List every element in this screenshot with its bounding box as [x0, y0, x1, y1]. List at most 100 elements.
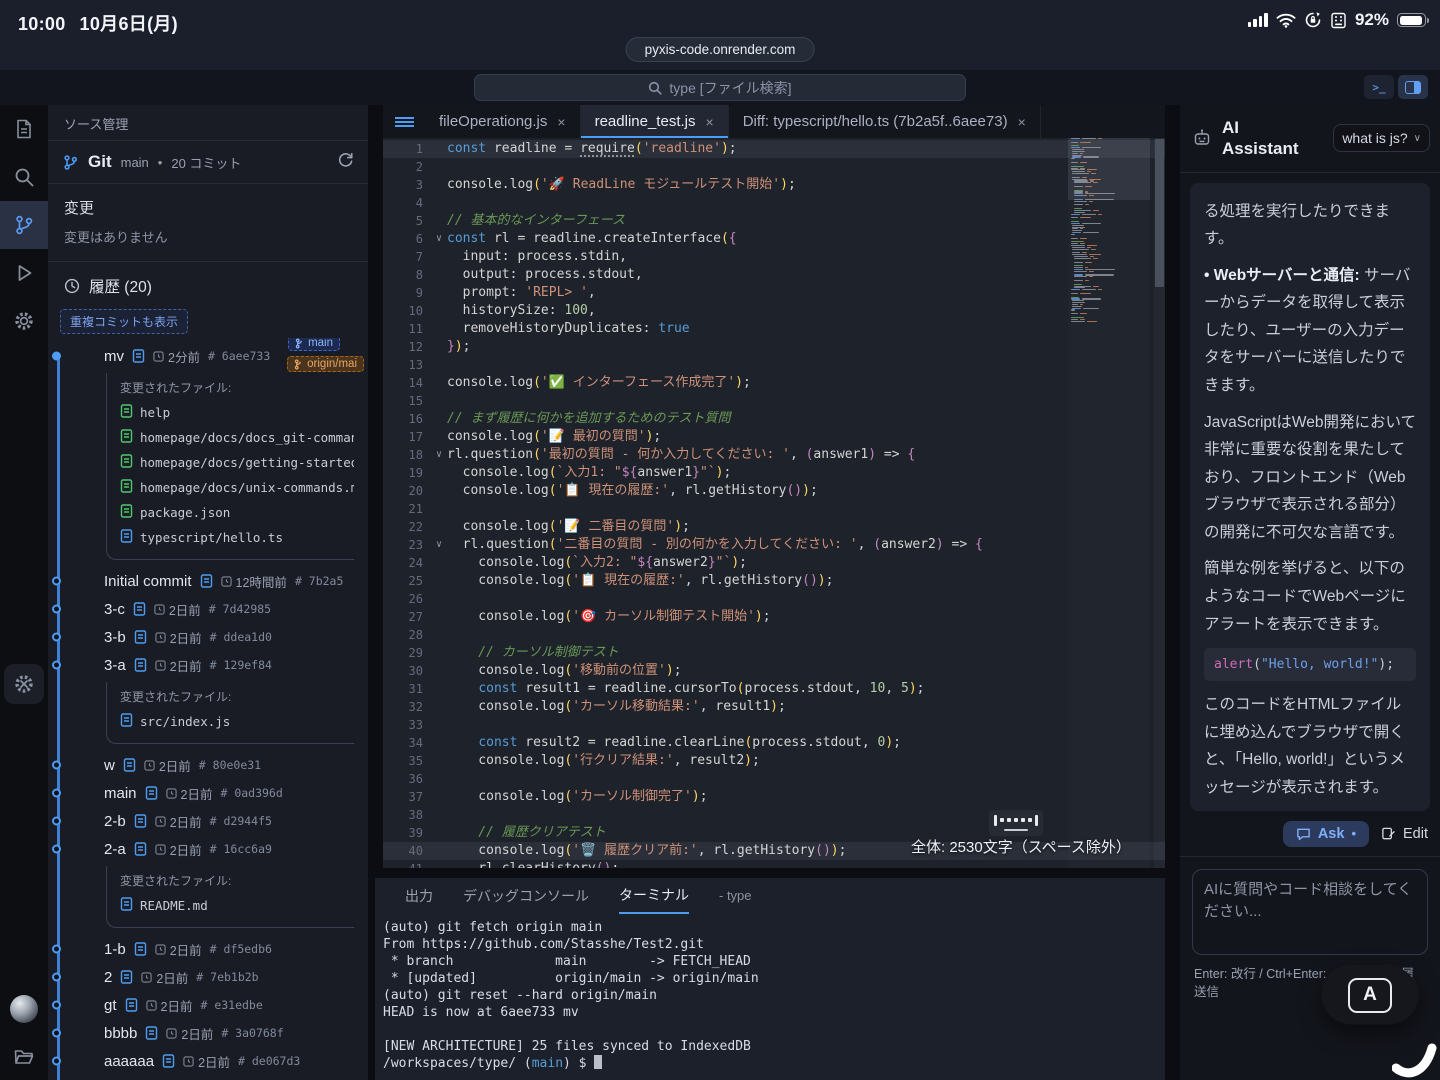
code-line: 34 const result2 = readline.clearLine(pr… [383, 734, 1165, 752]
line-number: 10 [383, 302, 431, 320]
git-repo-row[interactable]: Git main • 20 コミット [48, 141, 368, 184]
commit-row[interactable]: 3-a2日前# 129ef84 [48, 651, 368, 679]
code-editor[interactable]: 1const readline = require('readline');23… [383, 138, 1165, 868]
commit-files-icon[interactable] [162, 1054, 175, 1068]
code-line: 29 // カーソル制御テスト [383, 644, 1165, 662]
commit-file[interactable]: help [120, 400, 354, 425]
panel-tab[interactable]: - type [719, 888, 752, 910]
commit-row[interactable]: Initial commit12時間前# 7b2a5 [48, 567, 368, 595]
commit-files-icon[interactable] [200, 574, 213, 588]
commit-row[interactable]: mv2分前# 6aee733mainorigin/mai [48, 342, 368, 370]
editor-tab[interactable]: fileOperationg.js× [425, 105, 581, 138]
edit-icon [1381, 826, 1396, 841]
commit-files-icon[interactable] [134, 814, 147, 828]
battery-icon [1397, 13, 1426, 27]
sidebar-title: ソース管理 [48, 105, 368, 141]
terminal-output[interactable]: (auto) git fetch origin mainFrom https:/… [375, 912, 1165, 1079]
close-icon[interactable]: × [1018, 114, 1026, 130]
keyboard-bar-icon[interactable] [989, 810, 1043, 836]
settings-gear-icon[interactable] [0, 297, 48, 345]
commit-files-icon[interactable] [134, 630, 147, 644]
run-icon[interactable] [0, 249, 48, 297]
minimap[interactable] [1068, 138, 1150, 868]
terminal-toggle-button[interactable]: >_ [1364, 75, 1394, 99]
commit-row[interactable]: w2日前# 80e0e31 [48, 751, 368, 779]
ai-question-input[interactable]: AIに質問やコード相談をしてください... [1192, 869, 1428, 955]
commit-row[interactable]: aaaaaa2日前# de067d3 [48, 1047, 368, 1075]
tools-button[interactable] [0, 660, 48, 708]
source-control-icon[interactable] [0, 201, 48, 249]
commit-row[interactable]: 2-b2日前# d2944f5 [48, 807, 368, 835]
commit-file[interactable]: src/index.js [120, 709, 354, 734]
history-section-header[interactable]: 履歴 (20) [48, 262, 368, 307]
commit-files-icon[interactable] [145, 786, 158, 800]
address-bar[interactable]: pyxis-code.onrender.com [626, 37, 815, 62]
open-folder-icon[interactable] [0, 1033, 48, 1080]
editor-scrollbar[interactable] [1154, 138, 1165, 868]
commit-row[interactable]: main2日前# 0ad396d [48, 779, 368, 807]
commit-files-icon[interactable] [134, 658, 147, 672]
clock-icon [64, 278, 80, 294]
commit-file[interactable]: README.md [120, 893, 354, 918]
code-line: 18∨rl.question('最初の質問 - 何か入力してください: ', (… [383, 446, 1165, 464]
commit-row[interactable]: 2-a2日前# 16cc6a9 [48, 835, 368, 863]
changes-section: 変更 変更はありません [48, 184, 368, 262]
commit-file[interactable]: homepage/docs/unix-commands.md [120, 475, 354, 500]
commit-file[interactable]: package.json [120, 500, 354, 525]
commit-row[interactable]: gw2日前# ee91dcf [48, 1075, 368, 1080]
commit-row[interactable]: gt2日前# e31edbe [48, 991, 368, 1019]
commit-row[interactable]: 1-b2日前# df5edb6 [48, 935, 368, 963]
close-icon[interactable]: × [557, 114, 565, 130]
close-icon[interactable]: × [706, 114, 714, 130]
fold-icon[interactable]: ∨ [431, 536, 447, 554]
commit-dot [52, 817, 61, 826]
scrollbar-thumb[interactable] [1155, 139, 1164, 287]
commit-hash: # df5edb6 [210, 942, 272, 956]
branch-badge[interactable]: main [288, 338, 340, 351]
commit-file[interactable]: homepage/docs/getting-started… [120, 450, 354, 475]
file-search-input[interactable]: type [ファイル検索] [474, 74, 966, 101]
commit-files-icon[interactable] [134, 842, 147, 856]
commit-row[interactable]: bbbb2日前# 3a0768f [48, 1019, 368, 1047]
user-avatar[interactable] [0, 985, 48, 1033]
commit-files-icon[interactable] [132, 349, 145, 363]
conversation-dropdown[interactable]: what is js? ∨ [1333, 124, 1430, 152]
menu-icon[interactable] [383, 105, 425, 138]
edit-mode-button[interactable]: Edit [1381, 826, 1428, 842]
editor-tab[interactable]: Diff: typescript/hello.ts (7b2a5f..6aee7… [729, 105, 1041, 138]
fold-icon[interactable]: ∨ [431, 230, 447, 248]
commit-files-icon[interactable] [145, 1026, 158, 1040]
commit-row[interactable]: 3-b2日前# ddea1d0 [48, 623, 368, 651]
explorer-icon[interactable] [0, 105, 48, 153]
commit-files-icon[interactable] [123, 758, 136, 772]
code-line: 32 console.log('カーソル移動結果:', result1); [383, 698, 1165, 716]
ask-mode-button[interactable]: Ask • [1283, 821, 1369, 847]
commit-dot [52, 1029, 61, 1038]
code-text: console.log('🚀 ReadLine モジュールテスト開始'); [447, 176, 1165, 194]
panel-tab[interactable]: デバッグコンソール [463, 886, 589, 913]
panel-layout-button[interactable] [1398, 75, 1428, 99]
panel-tab[interactable]: 出力 [405, 886, 433, 913]
commit-files-icon[interactable] [134, 942, 147, 956]
refresh-icon[interactable] [337, 151, 354, 173]
wifi-icon [1276, 13, 1296, 28]
minimap-viewport[interactable] [1068, 138, 1150, 200]
floating-keyboard-pill[interactable]: A [1322, 966, 1418, 1024]
commit-files-icon[interactable] [133, 602, 146, 616]
editor-tab[interactable]: readline_test.js× [581, 105, 729, 138]
search-panel-icon[interactable] [0, 153, 48, 201]
fold-gutter [431, 410, 447, 428]
panel-tab[interactable]: ターミナル [619, 885, 689, 914]
fold-icon[interactable]: ∨ [431, 446, 447, 464]
commit-file[interactable]: homepage/docs/docs_git-comman… [120, 425, 354, 450]
line-number: 1 [383, 140, 431, 158]
show-duplicate-commits-button[interactable]: 重複コミットも表示 [60, 309, 188, 334]
commit-row[interactable]: 3-c2日前# 7d42985 [48, 595, 368, 623]
commit-files-icon[interactable] [120, 970, 133, 984]
commit-files-icon[interactable] [125, 998, 138, 1012]
commit-file[interactable]: typescript/hello.ts [120, 525, 354, 550]
line-number: 29 [383, 644, 431, 662]
branch-badge[interactable]: origin/mai [287, 356, 364, 372]
commit-dot [52, 661, 61, 670]
commit-row[interactable]: 22日前# 7eb1b2b [48, 963, 368, 991]
